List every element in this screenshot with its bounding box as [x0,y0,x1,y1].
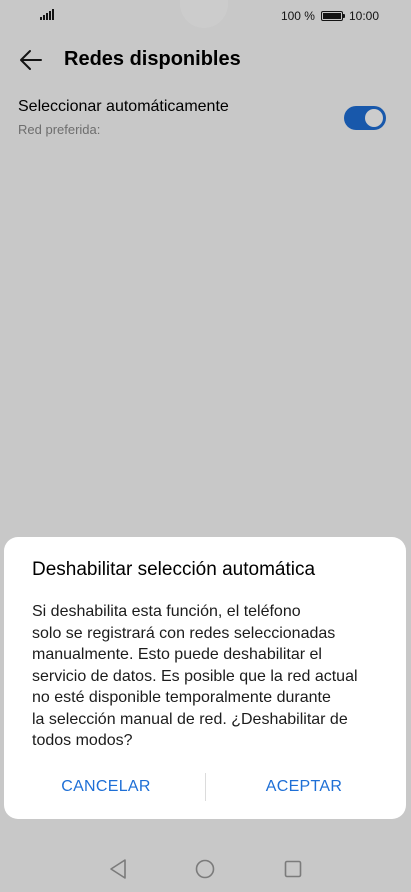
dialog-message: Si deshabilita esta función, el teléfono… [32,601,382,752]
dialog-message-line: la selección manual de red. ¿Deshabilita… [32,710,348,728]
dialog-message-line: no esté disponible temporalmente durante [32,689,331,706]
accept-button[interactable]: ACEPTAR [204,771,404,803]
dialog-message-line: solo se registrará con redes seleccionad… [32,624,336,642]
dialog-message-line: servicio de datos. Es posible que la red… [32,667,358,685]
dialog-message-line: Si deshabilita esta función, el teléfono [32,603,301,620]
dialog-message-line: todos modos? [32,732,133,749]
cancel-button[interactable]: CANCELAR [6,771,206,803]
disable-auto-select-dialog: Deshabilitar selección automática Si des… [4,537,406,819]
dialog-message-line: manualmente. Esto puede deshabilitar el [32,646,322,663]
phone-screen: 100 % 10:00 Redes disponibles Selecciona… [0,0,411,892]
dialog-title: Deshabilitar selección automática [32,559,316,580]
dialog-button-row: CANCELAR ACEPTAR [4,771,406,803]
